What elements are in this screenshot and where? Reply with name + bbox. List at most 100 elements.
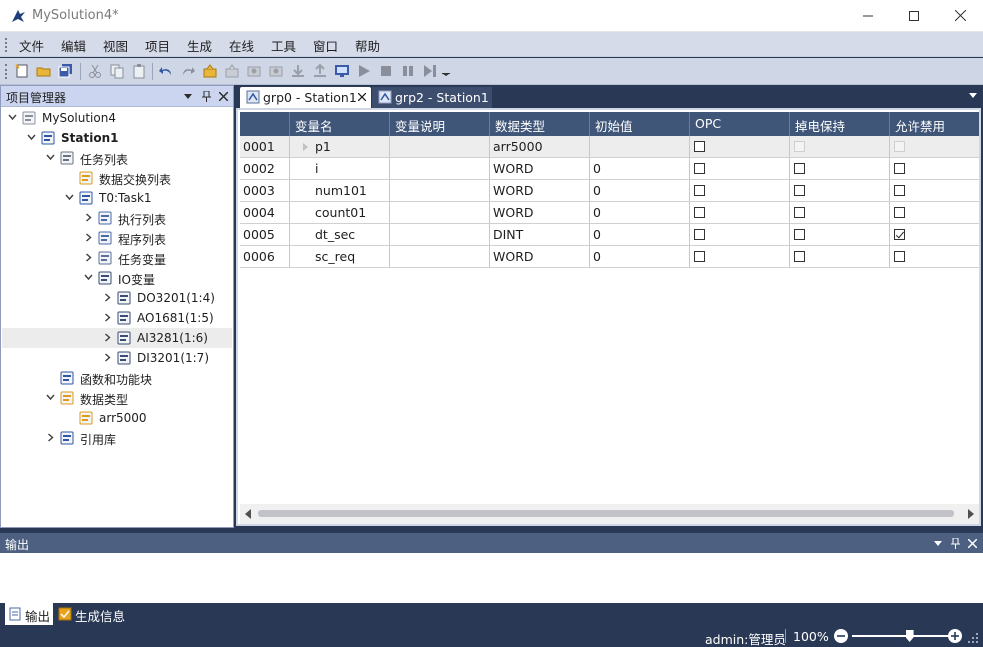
chevron-down-icon[interactable] (27, 133, 36, 142)
scrollbar-thumb[interactable] (258, 510, 954, 517)
tree-item[interactable]: 任务列表 (2, 148, 232, 168)
tree-item[interactable]: 程序列表 (2, 228, 232, 248)
tree-item[interactable]: 数据类型 (2, 388, 232, 408)
output-content[interactable] (0, 553, 983, 603)
monitor-button[interactable] (333, 62, 351, 80)
header-name[interactable]: 变量名 (290, 112, 390, 136)
output-pin-button[interactable] (948, 536, 962, 550)
tab-build-info[interactable]: 生成信息 (55, 603, 135, 625)
minimize-button[interactable] (845, 0, 891, 31)
table-row[interactable]: 0001 p1 arr5000 (240, 136, 979, 158)
cell-description[interactable] (390, 158, 490, 179)
tree-item[interactable]: AO1681(1:5) (2, 308, 232, 328)
table-row[interactable]: 0002 i WORD 0 (240, 158, 979, 180)
zoom-in-button[interactable] (948, 629, 962, 643)
rebuild-button[interactable] (223, 62, 241, 80)
header-allow-disable[interactable]: 允许禁用 (890, 112, 979, 136)
menubar-grip[interactable] (5, 38, 8, 52)
menu-tools[interactable]: 工具 (271, 36, 296, 55)
menu-online[interactable]: 在线 (229, 36, 254, 55)
run-button[interactable] (355, 62, 373, 80)
cell-name[interactable]: sc_req (290, 246, 390, 267)
save-all-button[interactable] (57, 62, 75, 80)
panel-close-button[interactable] (216, 89, 230, 103)
step-button[interactable] (421, 62, 439, 80)
tree-item[interactable]: T0:Task1 (2, 188, 232, 208)
new-button[interactable] (13, 62, 31, 80)
cell-initial-value[interactable] (590, 136, 690, 157)
cell-description[interactable] (390, 202, 490, 223)
tree-item[interactable]: Station1 (2, 128, 232, 148)
tab-list-dropdown[interactable] (969, 91, 977, 101)
scroll-right-icon[interactable] (966, 508, 976, 520)
tree-item[interactable]: 任务变量 (2, 248, 232, 268)
allow-disable-checkbox[interactable] (894, 251, 905, 262)
resize-grip-icon[interactable] (968, 633, 979, 644)
cell-initial-value[interactable]: 0 (590, 180, 690, 201)
chevron-right-icon[interactable] (103, 353, 112, 362)
tree-item[interactable]: DI3201(1:7) (2, 348, 232, 368)
menu-file[interactable]: 文件 (19, 36, 44, 55)
header-description[interactable]: 变量说明 (390, 112, 490, 136)
chevron-right-icon[interactable] (103, 333, 112, 342)
cell-initial-value[interactable]: 0 (590, 246, 690, 267)
cell-description[interactable] (390, 246, 490, 267)
output-dropdown-button[interactable] (931, 536, 945, 550)
redo-button[interactable] (179, 62, 197, 80)
header-initial-value[interactable]: 初始值 (590, 112, 690, 136)
tab-close-button[interactable] (357, 90, 367, 104)
tree-item[interactable]: 数据交换列表 (2, 168, 232, 188)
cell-description[interactable] (390, 224, 490, 245)
toolbar-grip[interactable] (5, 64, 8, 79)
panel-dropdown-button[interactable] (181, 89, 195, 103)
login-button[interactable] (245, 62, 263, 80)
chevron-right-icon[interactable] (103, 313, 112, 322)
tree-item[interactable]: 执行列表 (2, 208, 232, 228)
opc-checkbox[interactable] (694, 229, 705, 240)
logout-button[interactable] (267, 62, 285, 80)
retain-checkbox[interactable] (794, 163, 805, 174)
allow-disable-checkbox[interactable] (894, 207, 905, 218)
table-row[interactable]: 0003 num101 WORD 0 (240, 180, 979, 202)
table-row[interactable]: 0004 count01 WORD 0 (240, 202, 979, 224)
retain-checkbox[interactable] (794, 141, 805, 152)
cell-data-type[interactable]: WORD (490, 180, 590, 201)
cell-data-type[interactable]: WORD (490, 158, 590, 179)
copy-button[interactable] (108, 62, 126, 80)
upload-button[interactable] (311, 62, 329, 80)
retain-checkbox[interactable] (794, 207, 805, 218)
cell-initial-value[interactable]: 0 (590, 224, 690, 245)
zoom-slider[interactable] (852, 635, 948, 637)
chevron-down-icon[interactable] (8, 113, 17, 122)
cell-data-type[interactable]: arr5000 (490, 136, 590, 157)
cell-data-type[interactable]: WORD (490, 246, 590, 267)
cell-name[interactable]: num101 (290, 180, 390, 201)
retain-checkbox[interactable] (794, 229, 805, 240)
chevron-right-icon[interactable] (84, 233, 93, 242)
menu-window[interactable]: 窗口 (313, 36, 338, 55)
tab-output[interactable]: 输出 (5, 603, 53, 625)
chevron-right-icon[interactable] (103, 293, 112, 302)
chevron-down-icon[interactable] (84, 273, 93, 282)
stop-button[interactable] (377, 62, 395, 80)
opc-checkbox[interactable] (694, 141, 705, 152)
table-row[interactable]: 0005 dt_sec DINT 0 (240, 224, 979, 246)
table-row[interactable]: 0006 sc_req WORD 0 (240, 246, 979, 268)
cell-name[interactable]: dt_sec (290, 224, 390, 245)
cell-data-type[interactable]: WORD (490, 202, 590, 223)
download-button[interactable] (289, 62, 307, 80)
open-button[interactable] (35, 62, 53, 80)
cell-name[interactable]: count01 (290, 202, 390, 223)
chevron-right-icon[interactable] (84, 253, 93, 262)
maximize-button[interactable] (891, 0, 937, 31)
row-expand-icon[interactable] (303, 143, 308, 151)
menu-help[interactable]: 帮助 (355, 36, 380, 55)
cut-button[interactable] (86, 62, 104, 80)
menu-view[interactable]: 视图 (103, 36, 128, 55)
cell-initial-value[interactable]: 0 (590, 158, 690, 179)
opc-checkbox[interactable] (694, 163, 705, 174)
retain-checkbox[interactable] (794, 251, 805, 262)
tree-item[interactable]: arr5000 (2, 408, 232, 428)
chevron-right-icon[interactable] (46, 433, 55, 442)
tab-grp0-station1[interactable]: grp0 - Station1 (240, 87, 371, 108)
